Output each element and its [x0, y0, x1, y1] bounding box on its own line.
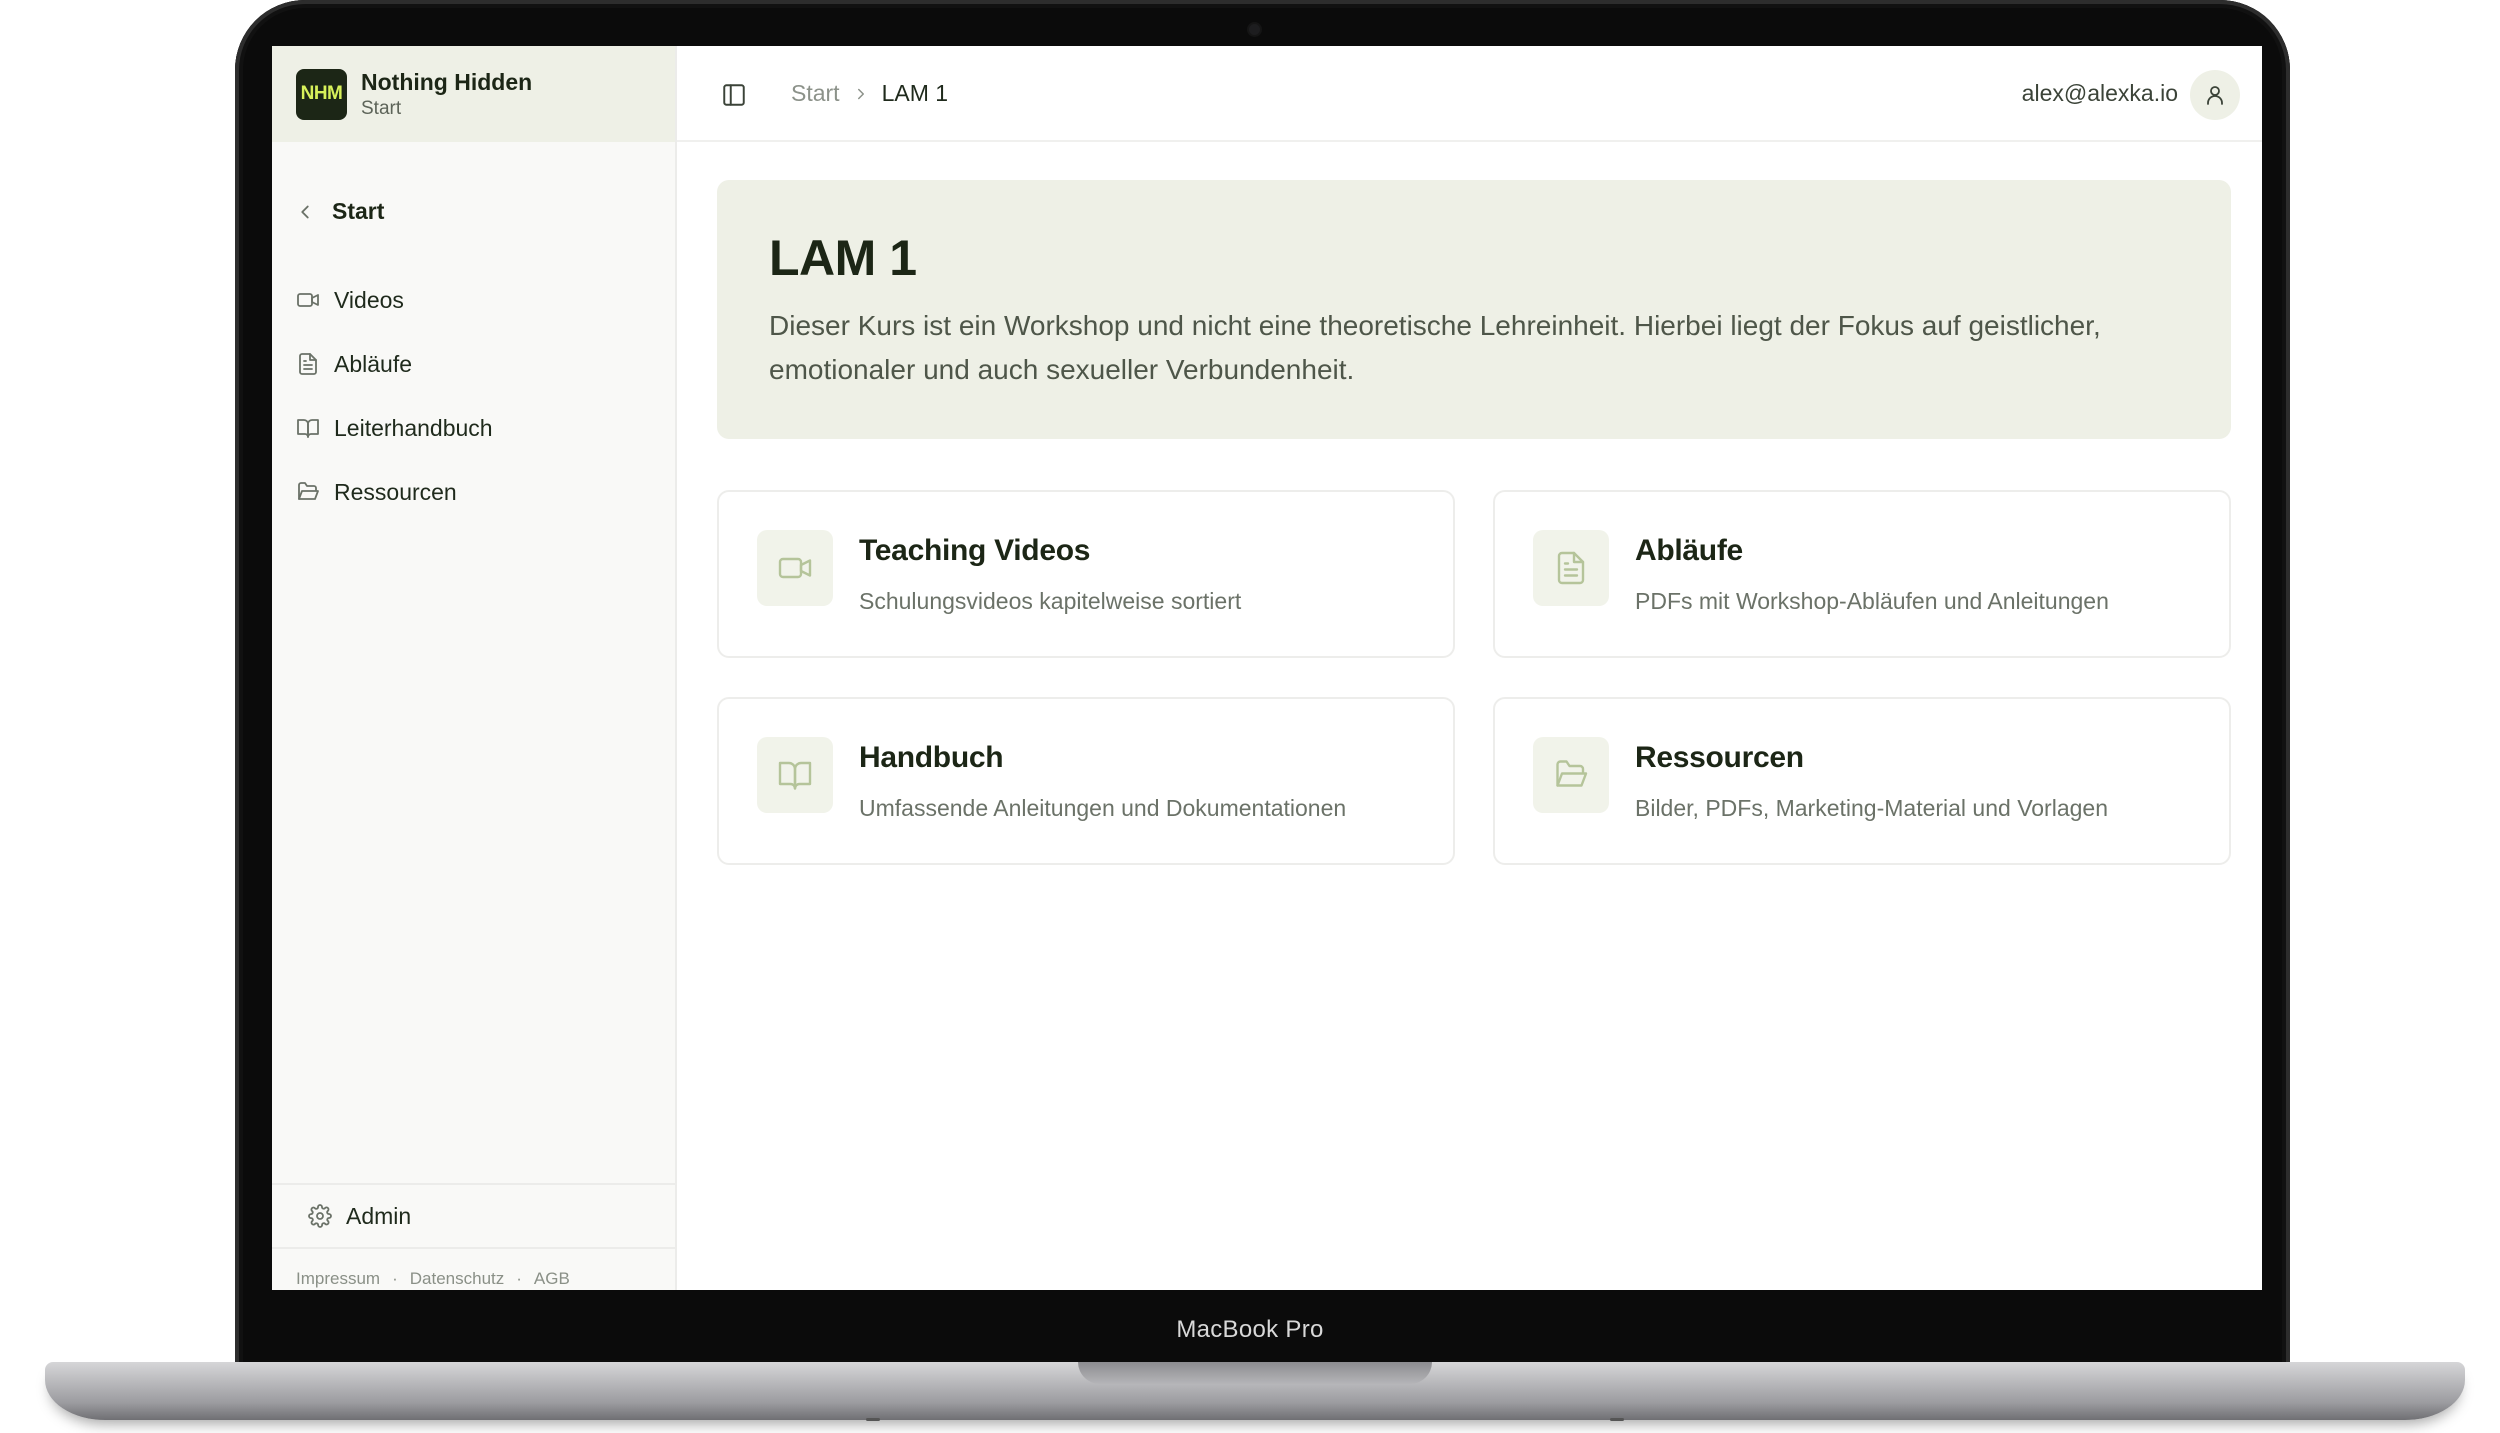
laptop-foot	[866, 1418, 880, 1421]
gear-icon	[308, 1204, 332, 1228]
sidebar-item-label: Leiterhandbuch	[334, 414, 493, 441]
chevron-right-icon	[857, 88, 864, 99]
footer-link-agb[interactable]: AGB	[534, 1269, 570, 1289]
sidebar-nav: Videos Abläufe Leiterhandbuch Ressourcen	[296, 268, 493, 524]
book-open-icon	[778, 761, 812, 790]
file-text-icon	[299, 353, 317, 375]
card-teaching-videos[interactable]: Teaching Videos Schulungsvideos kapitelw…	[717, 490, 1455, 658]
avatar[interactable]	[2190, 70, 2240, 120]
topbar: Start LAM 1 alex@alexka.io	[677, 46, 2262, 142]
card-ablaeufe[interactable]: Abläufe PDFs mit Workshop-Abläufen und A…	[1493, 490, 2231, 658]
folder-open-icon	[1556, 760, 1588, 787]
folder-open-icon	[298, 482, 319, 500]
card-icon-box	[1533, 737, 1609, 813]
breadcrumb: Start LAM 1	[791, 80, 948, 107]
book-open-icon	[297, 419, 319, 438]
footer-links: Impressum · Datenschutz · AGB	[296, 1269, 570, 1289]
brand-text: Nothing Hidden Start	[361, 68, 532, 121]
laptop-foot	[1610, 1418, 1624, 1421]
file-text-icon	[1557, 551, 1585, 585]
course-hero: LAM 1 Dieser Kurs ist ein Workshop und n…	[717, 180, 2231, 439]
card-icon-box	[757, 530, 833, 606]
sidebar-back-label: Start	[332, 198, 385, 224]
breadcrumb-current: LAM 1	[881, 80, 949, 106]
sidebar-item-ablaeufe[interactable]: Abläufe	[296, 332, 493, 396]
card-title: Handbuch	[859, 741, 1004, 774]
footer-separator: ·	[516, 1269, 522, 1288]
sidebar: NHM Nothing Hidden Start Start Videos Ab…	[272, 46, 677, 1290]
user-icon	[2207, 86, 2223, 105]
card-description: Umfassende Anleitungen und Dokumentation…	[859, 795, 1347, 821]
breadcrumb-start[interactable]: Start	[791, 80, 840, 107]
card-handbuch[interactable]: Handbuch Umfassende Anleitungen und Doku…	[717, 697, 1455, 865]
brand-header[interactable]: NHM Nothing Hidden Start	[272, 46, 675, 142]
card-description: Bilder, PDFs, Marketing-Material und Vor…	[1635, 795, 2108, 821]
admin-label: Admin	[346, 1202, 412, 1229]
footer-separator: ·	[392, 1269, 398, 1288]
sidebar-item-label: Abläufe	[334, 350, 413, 377]
footer-link-impressum[interactable]: Impressum	[296, 1269, 380, 1289]
card-title: Abläufe	[1635, 534, 1743, 567]
sidebar-item-ressourcen[interactable]: Ressourcen	[296, 460, 493, 524]
screen: NHM Nothing Hidden Start Start Videos Ab…	[272, 46, 2262, 1290]
card-ressourcen[interactable]: Ressourcen Bilder, PDFs, Marketing-Mater…	[1493, 697, 2231, 865]
card-description: Schulungsvideos kapitelweise sortiert	[859, 588, 1242, 614]
brand-logo: NHM	[296, 68, 347, 120]
sidebar-item-label: Videos	[334, 286, 404, 313]
user-email: alex@alexka.io	[2021, 80, 2178, 106]
footer-link-datenschutz[interactable]: Datenschutz	[410, 1269, 505, 1289]
camera-dot	[1249, 24, 1260, 35]
page-title: LAM 1	[769, 230, 917, 286]
course-description: Dieser Kurs ist ein Workshop und nicht e…	[769, 310, 2101, 385]
sidebar-item-videos[interactable]: Videos	[296, 268, 493, 332]
video-icon	[778, 557, 812, 579]
brand-title: Nothing Hidden	[361, 68, 533, 95]
card-icon-box	[757, 737, 833, 813]
card-title: Teaching Videos	[859, 534, 1091, 567]
chevron-left-icon	[301, 205, 309, 218]
sidebar-back-start[interactable]: Start	[294, 198, 384, 225]
card-icon-box	[1533, 530, 1609, 606]
sidebar-toggle-icon[interactable]	[721, 82, 747, 108]
sidebar-item-label: Ressourcen	[334, 478, 457, 505]
sidebar-item-leiterhandbuch[interactable]: Leiterhandbuch	[296, 396, 493, 460]
sidebar-item-admin[interactable]: Admin	[272, 1183, 675, 1249]
card-title: Ressourcen	[1635, 741, 1804, 774]
brand-subtitle: Start	[361, 97, 402, 119]
video-icon	[297, 293, 319, 307]
laptop-notch	[1078, 1362, 1432, 1384]
card-description: PDFs mit Workshop-Abläufen und Anleitung…	[1635, 588, 2109, 614]
device-label: MacBook Pro	[1176, 1316, 1324, 1343]
